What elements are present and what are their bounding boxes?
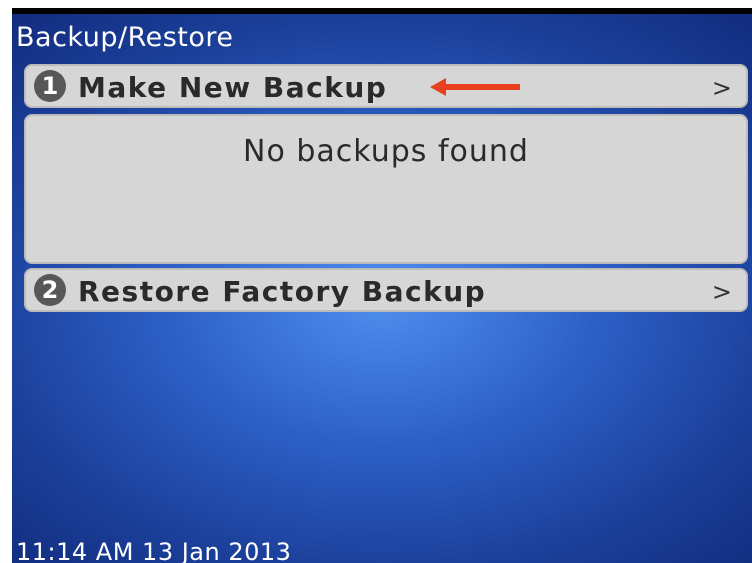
chevron-right-icon: >	[711, 74, 732, 102]
red-arrow-icon	[430, 78, 520, 96]
no-backups-message: No backups found	[243, 134, 529, 169]
page-title: Backup/Restore	[16, 22, 234, 53]
number-badge-2: 2	[34, 274, 66, 306]
make-new-backup-button[interactable]: 1 Make New Backup >	[24, 64, 748, 108]
number-badge-1: 1	[34, 70, 66, 102]
device-screen: Backup/Restore 1 Make New Backup > No ba…	[12, 8, 752, 563]
restore-factory-backup-label: Restore Factory Backup	[78, 275, 487, 308]
top-border	[12, 8, 752, 14]
restore-factory-backup-button[interactable]: 2 Restore Factory Backup >	[24, 268, 748, 312]
chevron-right-icon: >	[711, 278, 732, 306]
backup-list-panel: No backups found	[24, 114, 748, 264]
status-datetime: 11:14 AM 13 Jan 2013	[16, 538, 292, 563]
make-new-backup-label: Make New Backup	[78, 71, 388, 104]
